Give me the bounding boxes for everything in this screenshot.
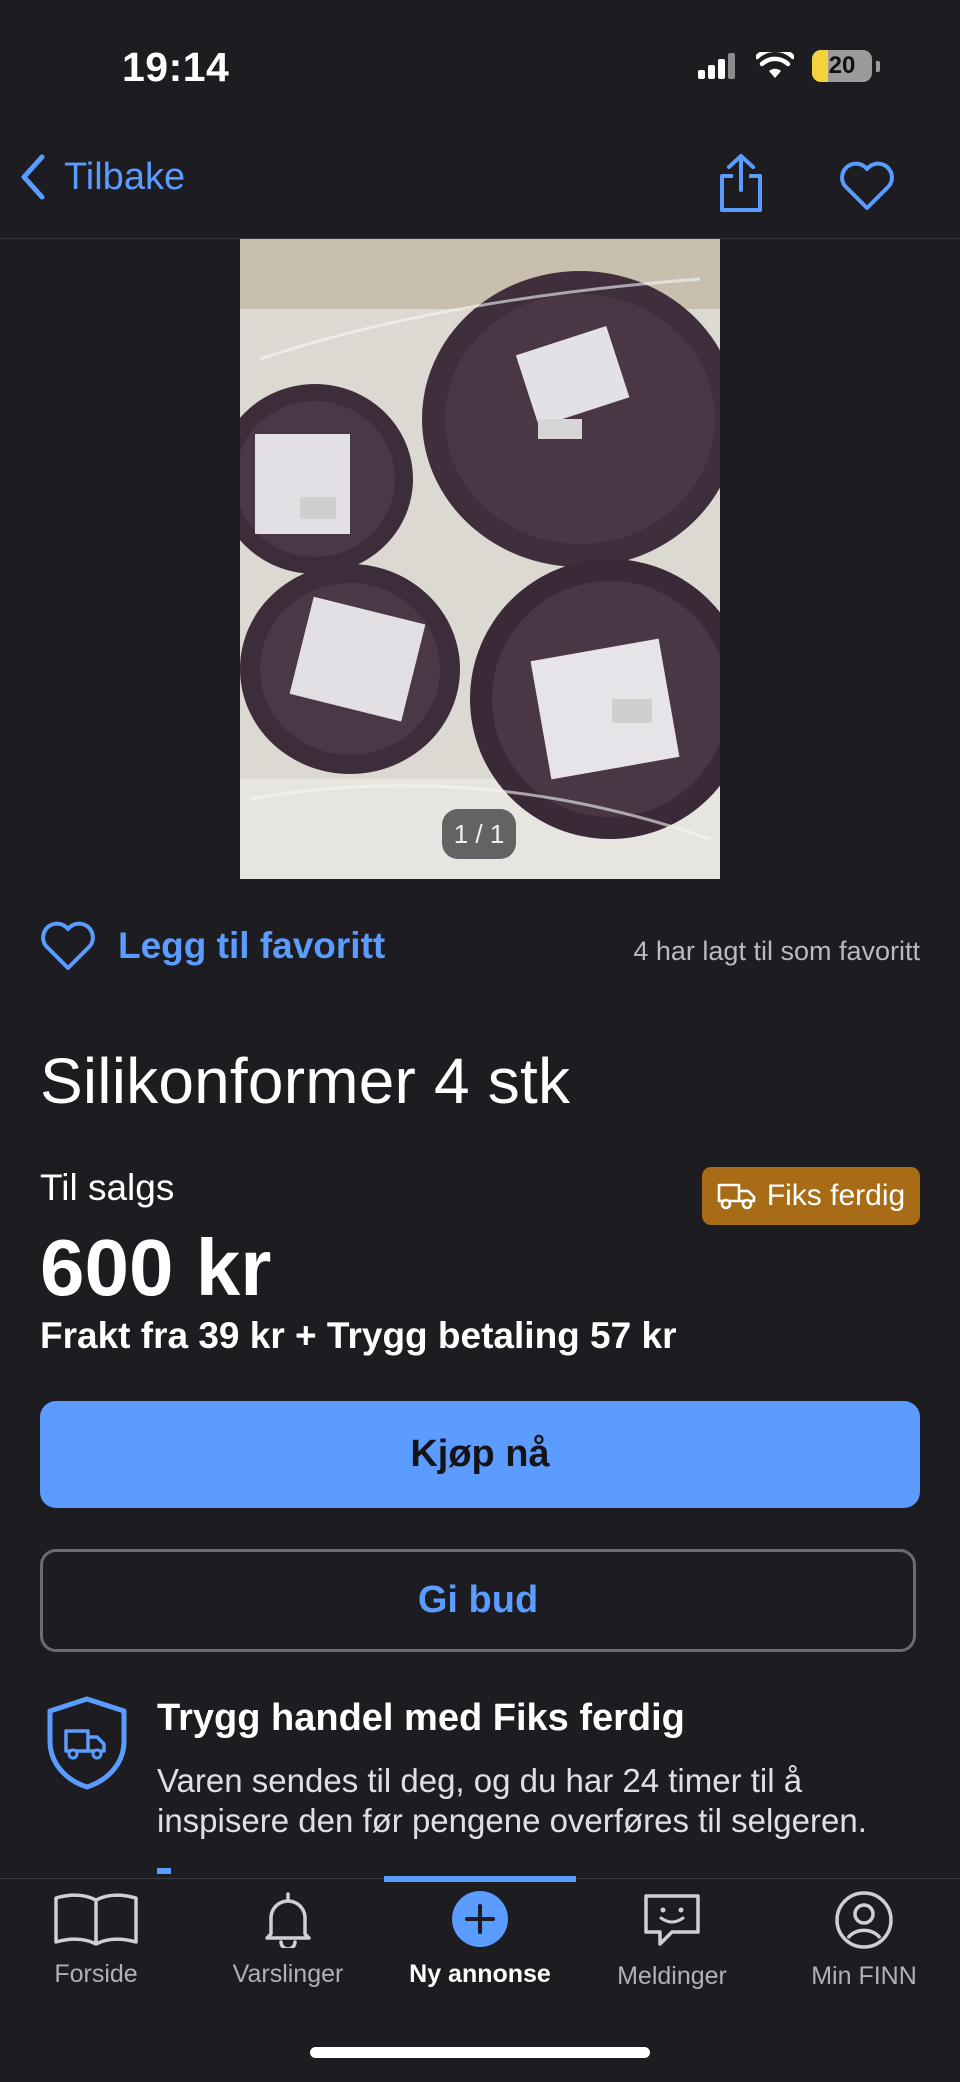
add-favorite-button[interactable]: Legg til favoritt	[40, 920, 385, 972]
sale-label: Til salgs	[40, 1167, 175, 1208]
tab-label: Meldinger	[617, 1962, 727, 1990]
tab-label: Varslinger	[232, 1960, 344, 1988]
tab-varslinger[interactable]: Varslinger	[192, 1890, 384, 1989]
tab-label: Ny annonse	[409, 1960, 551, 1988]
product-image[interactable]	[240, 239, 720, 879]
fiks-ferdig-badge: Fiks ferdig	[702, 1167, 920, 1225]
book-icon	[54, 1893, 138, 1946]
read-more-link[interactable]	[157, 1868, 171, 1874]
heart-icon	[840, 161, 894, 210]
heart-outline-icon	[41, 921, 95, 970]
plus-circle-icon	[452, 1891, 508, 1947]
back-label: Tilbake	[64, 155, 186, 198]
favorite-count: 4 har lagt til som favoritt	[633, 936, 920, 966]
buy-now-button[interactable]: Kjøp nå	[40, 1401, 920, 1508]
share-button[interactable]	[716, 152, 766, 219]
chat-icon	[644, 1894, 700, 1946]
active-tab-indicator	[384, 1876, 576, 1882]
listing-title: Silikonformer 4 stk	[40, 1045, 571, 1117]
badge-label: Fiks ferdig	[766, 1179, 906, 1212]
truck-icon	[717, 1183, 756, 1210]
signal-icon	[698, 53, 735, 79]
favorite-nav-button[interactable]	[838, 160, 896, 217]
product-photo	[240, 239, 720, 879]
price: 600 kr	[40, 1223, 272, 1312]
image-counter: 1 / 1	[442, 809, 516, 859]
back-button[interactable]: Tilbake	[18, 153, 185, 201]
safe-trade-description: Varen sendes til deg, og du har 24 timer…	[157, 1762, 867, 1839]
status-time: 19:14	[122, 44, 230, 90]
shield-truck-icon	[44, 1695, 130, 1796]
tab-min-finn[interactable]: Min FINN	[768, 1890, 960, 1991]
battery-level: 20	[828, 52, 856, 79]
tab-ny-annonse[interactable]: Ny annonse	[384, 1890, 576, 1989]
status-icons: 20	[698, 50, 880, 82]
safe-trade-title: Trygg handel med Fiks ferdig	[157, 1697, 685, 1739]
add-favorite-label: Legg til favoritt	[118, 925, 386, 966]
shipping-info: Frakt fra 39 kr + Trygg betaling 57 kr	[40, 1315, 677, 1356]
bell-icon	[265, 1892, 311, 1948]
wifi-icon	[756, 52, 794, 78]
tab-label: Min FINN	[811, 1962, 917, 1990]
tab-forside[interactable]: Forside	[0, 1890, 192, 1989]
profile-icon	[835, 1891, 893, 1949]
tab-meldinger[interactable]: Meldinger	[576, 1890, 768, 1991]
chevron-left-icon	[21, 154, 45, 200]
share-icon	[720, 154, 762, 212]
home-indicator	[310, 2047, 650, 2058]
battery-icon: 20	[812, 50, 872, 82]
tab-label: Forside	[54, 1960, 138, 1988]
make-offer-button[interactable]: Gi bud	[40, 1549, 916, 1652]
